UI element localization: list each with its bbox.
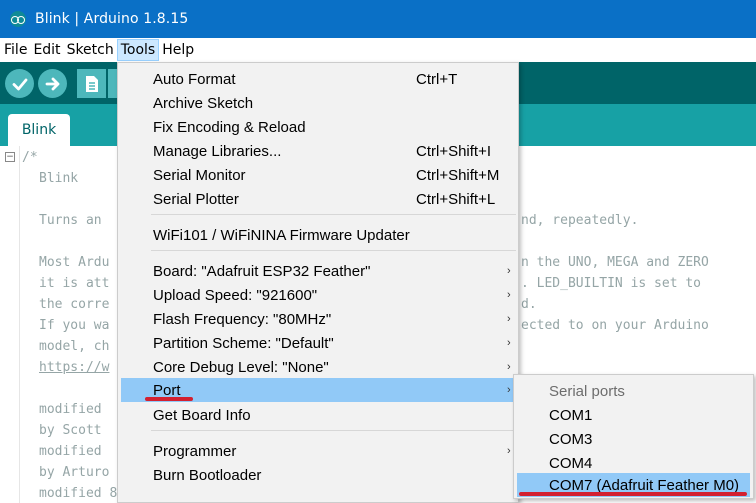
- title-bar: Blink | Arduino 1.8.15: [0, 0, 756, 38]
- code-line-link: https://w: [39, 360, 110, 375]
- fold-toggle-icon[interactable]: −: [5, 152, 15, 162]
- menu-item-label: Programmer: [153, 442, 237, 460]
- code-line: /*: [22, 150, 38, 165]
- menu-item-burn-bootloader[interactable]: Burn Bootloader: [118, 463, 518, 487]
- submenu-arrow-icon: ›: [507, 289, 511, 301]
- menu-item-label: Get Board Info: [153, 406, 251, 424]
- menu-item-upload-speed[interactable]: Upload Speed: "921600" ›: [118, 283, 518, 307]
- menu-item-shortcut: Ctrl+Shift+L: [416, 190, 496, 208]
- menu-help[interactable]: Help: [159, 39, 197, 61]
- submenu-header: Serial ports: [514, 379, 753, 403]
- window-title: Blink | Arduino 1.8.15: [35, 11, 189, 27]
- menu-item-serial-monitor[interactable]: Serial Monitor Ctrl+Shift+M: [118, 163, 518, 187]
- menu-item-firmware-updater[interactable]: WiFi101 / WiFiNINA Firmware Updater: [118, 223, 518, 247]
- menu-item-board[interactable]: Board: "Adafruit ESP32 Feather" ›: [118, 259, 518, 283]
- code-line: by Scott: [39, 423, 110, 438]
- menu-item-label: WiFi101 / WiFiNINA Firmware Updater: [153, 226, 410, 244]
- code-line-fragment: n the UNO, MEGA and ZERO: [521, 255, 709, 270]
- menu-item-label: Partition Scheme: "Default": [153, 334, 334, 352]
- menu-separator: [151, 250, 516, 251]
- port-item-com4[interactable]: COM4: [514, 451, 753, 475]
- code-line: Turns an: [39, 213, 110, 228]
- annotation-underline: [519, 492, 747, 496]
- code-line: Most Ardu: [39, 255, 110, 270]
- code-line: modified: [39, 444, 110, 459]
- tools-menu: Auto Format Ctrl+T Archive Sketch Fix En…: [117, 62, 519, 503]
- menu-file[interactable]: File: [1, 39, 30, 61]
- menu-item-label: Board: "Adafruit ESP32 Feather": [153, 262, 371, 280]
- code-line: If you wa: [39, 318, 110, 333]
- menu-item-label: Port: [153, 381, 181, 399]
- submenu-arrow-icon: ›: [507, 337, 511, 349]
- upload-icon: [45, 77, 59, 90]
- menu-item-label: Upload Speed: "921600": [153, 286, 318, 304]
- menu-item-shortcut: Ctrl+Shift+M: [416, 166, 500, 184]
- submenu-header-label: Serial ports: [549, 382, 625, 400]
- menu-bar: File Edit Sketch Tools Help: [0, 38, 756, 62]
- verify-button[interactable]: [5, 69, 34, 98]
- menu-item-label: Manage Libraries...: [153, 142, 282, 160]
- code-line-fragment: nd, repeatedly.: [521, 213, 639, 228]
- code-line: the corre: [39, 297, 110, 312]
- menu-item-core-debug-level[interactable]: Core Debug Level: "None" ›: [118, 355, 518, 379]
- code-line: it is att: [39, 276, 110, 291]
- menu-item-get-board-info[interactable]: Get Board Info: [118, 403, 518, 427]
- menu-separator: [151, 430, 516, 431]
- new-icon: [85, 75, 98, 92]
- submenu-arrow-icon: ›: [507, 265, 511, 277]
- port-item-label: COM4: [549, 454, 593, 472]
- open-button[interactable]: [108, 69, 117, 98]
- menu-edit[interactable]: Edit: [30, 39, 63, 61]
- code-line: model, ch: [39, 339, 110, 354]
- menu-item-auto-format[interactable]: Auto Format Ctrl+T: [118, 67, 518, 91]
- submenu-arrow-icon: ›: [507, 313, 511, 325]
- port-item-com1[interactable]: COM1: [514, 403, 753, 427]
- menu-separator: [151, 214, 516, 215]
- annotation-underline: [145, 397, 193, 401]
- submenu-arrow-icon: ›: [507, 384, 511, 396]
- menu-item-fix-encoding[interactable]: Fix Encoding & Reload: [118, 115, 518, 139]
- port-item-label: COM3: [549, 430, 593, 448]
- editor-gutter: −: [0, 146, 20, 503]
- menu-item-label: Burn Bootloader: [153, 466, 262, 484]
- menu-item-shortcut: Ctrl+Shift+I: [416, 142, 492, 160]
- menu-item-label: Auto Format: [153, 70, 236, 88]
- menu-item-label: Core Debug Level: "None": [153, 358, 329, 376]
- menu-item-serial-plotter[interactable]: Serial Plotter Ctrl+Shift+L: [118, 187, 518, 211]
- new-sketch-button[interactable]: [77, 69, 106, 98]
- code-line: modified: [39, 402, 110, 417]
- verify-icon: [12, 78, 27, 90]
- menu-item-shortcut: Ctrl+T: [416, 70, 458, 88]
- menu-item-label: Archive Sketch: [153, 94, 254, 112]
- submenu-arrow-icon: ›: [507, 361, 511, 373]
- menu-item-manage-libraries[interactable]: Manage Libraries... Ctrl+Shift+I: [118, 139, 518, 163]
- code-line: by Arturo: [39, 465, 110, 480]
- menu-item-label: Serial Monitor: [153, 166, 246, 184]
- tab-blink[interactable]: Blink: [8, 114, 70, 146]
- menu-item-label: Serial Plotter: [153, 190, 239, 208]
- code-line-fragment: ected to on your Arduino: [521, 318, 709, 333]
- menu-sketch[interactable]: Sketch: [64, 39, 117, 61]
- port-item-label: COM1: [549, 406, 593, 424]
- code-line-fragment: . LED_BUILTIN is set to: [521, 276, 702, 291]
- menu-item-archive-sketch[interactable]: Archive Sketch: [118, 91, 518, 115]
- submenu-arrow-icon: ›: [507, 445, 511, 457]
- menu-tools[interactable]: Tools: [116, 39, 160, 61]
- menu-item-label: Fix Encoding & Reload: [153, 118, 306, 136]
- code-line: Blink: [39, 171, 79, 186]
- port-item-label: COM7 (Adafruit Feather M0): [549, 476, 740, 494]
- arduino-infinity-icon: [10, 11, 26, 27]
- code-line-fragment: d.: [521, 297, 537, 312]
- menu-item-partition-scheme[interactable]: Partition Scheme: "Default" ›: [118, 331, 518, 355]
- port-item-com3[interactable]: COM3: [514, 427, 753, 451]
- port-submenu: Serial ports COM1 COM3 COM4 COM7 (Adafru…: [513, 374, 754, 499]
- upload-button[interactable]: [38, 69, 67, 98]
- menu-item-label: Flash Frequency: "80MHz": [153, 310, 332, 328]
- menu-item-programmer[interactable]: Programmer ›: [118, 439, 518, 463]
- menu-item-flash-frequency[interactable]: Flash Frequency: "80MHz" ›: [118, 307, 518, 331]
